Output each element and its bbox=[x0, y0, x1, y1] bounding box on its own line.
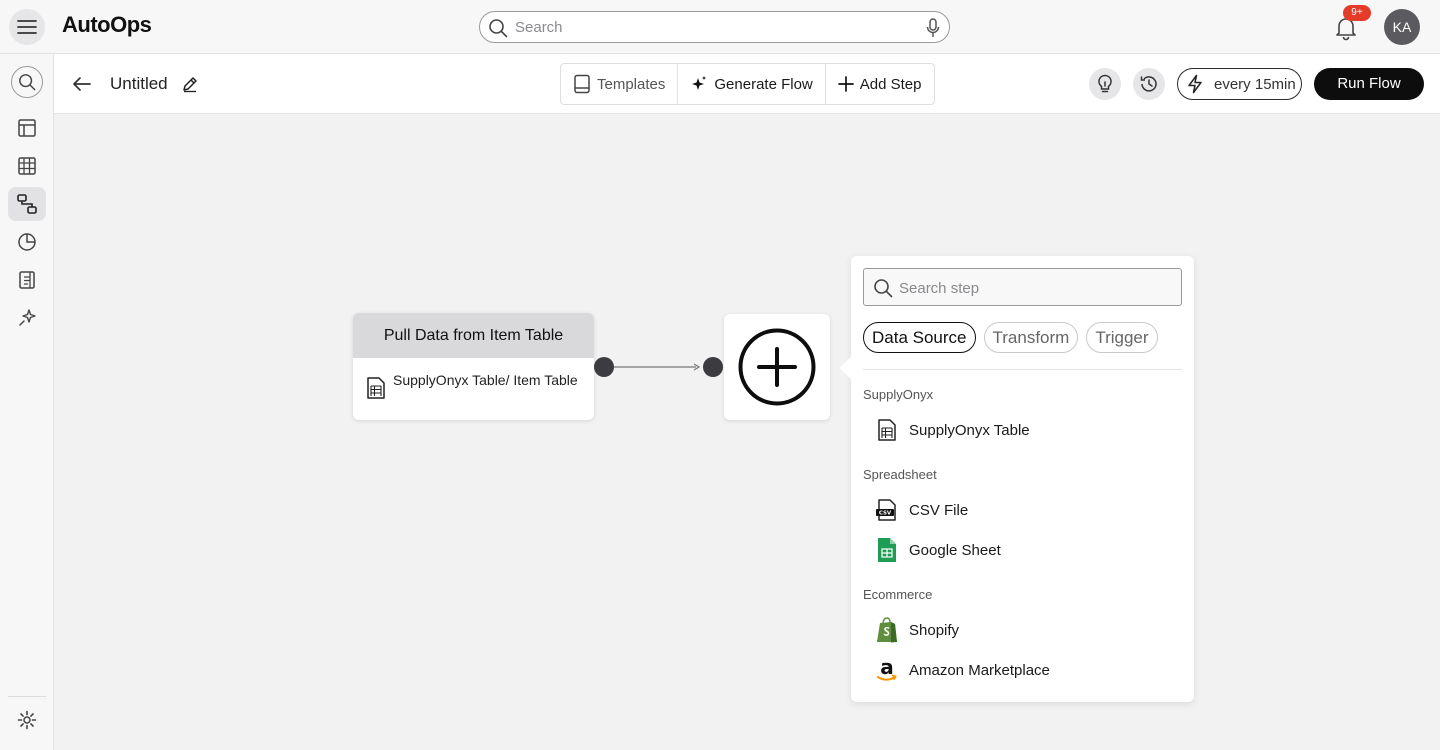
history-button[interactable] bbox=[1133, 68, 1165, 100]
user-avatar[interactable]: KA bbox=[1384, 9, 1420, 45]
step-item-csv-file[interactable]: CSV CSV File bbox=[875, 496, 968, 524]
connector-arrow bbox=[614, 363, 701, 371]
group-label-supplyonyx: SupplyOnyx bbox=[863, 387, 934, 402]
flow-node[interactable]: Pull Data from Item Table SupplyOnyx Tab… bbox=[353, 313, 594, 420]
gear-icon bbox=[17, 710, 37, 730]
node-title: Pull Data from Item Table bbox=[353, 313, 594, 358]
templates-button[interactable]: Templates bbox=[561, 64, 679, 104]
back-arrow-icon[interactable] bbox=[70, 72, 94, 96]
step-item-supplyonyx-table[interactable]: SupplyOnyx Table bbox=[875, 416, 1030, 444]
rail-flows-button[interactable] bbox=[8, 187, 46, 221]
shopify-icon bbox=[877, 617, 897, 643]
menu-button[interactable] bbox=[9, 9, 45, 45]
flow-canvas[interactable]: Pull Data from Item Table SupplyOnyx Tab… bbox=[54, 114, 1440, 750]
step-item-label: Amazon Marketplace bbox=[909, 661, 1050, 679]
left-rail bbox=[0, 54, 54, 750]
lightning-bolt-icon bbox=[1188, 74, 1202, 94]
node-body: SupplyOnyx Table/ Item Table bbox=[353, 358, 594, 399]
flow-title[interactable]: Untitled bbox=[110, 74, 168, 94]
schedule-button[interactable]: every 15min bbox=[1177, 68, 1302, 100]
template-book-icon bbox=[574, 74, 590, 94]
global-search[interactable] bbox=[479, 11, 950, 43]
step-item-label: SupplyOnyx Table bbox=[909, 421, 1030, 439]
rail-divider bbox=[8, 696, 46, 697]
amazon-icon: a bbox=[877, 657, 897, 681]
generate-flow-label: Generate Flow bbox=[714, 75, 813, 93]
search-icon bbox=[874, 279, 893, 298]
generate-flow-button[interactable]: Generate Flow bbox=[678, 64, 826, 104]
schedule-label: every 15min bbox=[1214, 75, 1296, 93]
tab-transform[interactable]: Transform bbox=[983, 322, 1079, 353]
rail-reports-button[interactable] bbox=[8, 263, 46, 297]
notification-badge: 9+ bbox=[1343, 5, 1371, 21]
step-item-shopify[interactable]: Shopify bbox=[875, 616, 959, 644]
popover-divider bbox=[863, 369, 1182, 370]
pencil-icon[interactable] bbox=[181, 75, 199, 93]
microphone-icon[interactable] bbox=[926, 18, 940, 38]
step-item-google-sheet[interactable]: Google Sheet bbox=[875, 536, 1001, 564]
tab-trigger[interactable]: Trigger bbox=[1086, 322, 1158, 353]
pie-chart-icon bbox=[18, 233, 36, 251]
node-source: SupplyOnyx Table/ Item Table bbox=[393, 372, 578, 388]
popover-arrow bbox=[839, 356, 863, 380]
templates-label: Templates bbox=[597, 75, 666, 93]
grid-table-icon bbox=[18, 157, 36, 175]
group-label-ecommerce: Ecommerce bbox=[863, 587, 933, 602]
search-icon bbox=[19, 74, 36, 91]
sparkle-icon bbox=[19, 309, 36, 326]
rail-analytics-button[interactable] bbox=[8, 225, 46, 259]
csv-file-icon: CSV bbox=[876, 499, 896, 521]
top-bar: AutoOps 9+ KA bbox=[0, 0, 1440, 54]
table-icon bbox=[878, 419, 896, 441]
run-flow-button[interactable]: Run Flow bbox=[1314, 68, 1424, 100]
flow-toolbar: Templates Generate Flow Add Step bbox=[560, 63, 935, 105]
layout-icon bbox=[18, 119, 36, 137]
rail-settings-button[interactable] bbox=[8, 703, 46, 737]
node-output-handle[interactable] bbox=[594, 357, 614, 377]
search-input[interactable] bbox=[515, 17, 895, 37]
flow-icon bbox=[17, 194, 37, 214]
lightbulb-icon bbox=[1098, 74, 1112, 93]
rail-ai-button[interactable] bbox=[8, 301, 46, 335]
rail-dashboard-button[interactable] bbox=[8, 111, 46, 145]
step-item-label: Google Sheet bbox=[909, 541, 1001, 559]
plus-circle-icon bbox=[738, 328, 816, 406]
sparkle-icon bbox=[692, 76, 707, 90]
tab-data-source[interactable]: Data Source bbox=[863, 322, 976, 353]
rail-search-button[interactable] bbox=[11, 66, 43, 98]
search-icon bbox=[489, 19, 508, 38]
hint-button[interactable] bbox=[1089, 68, 1121, 100]
table-icon bbox=[367, 377, 385, 399]
document-icon bbox=[19, 271, 35, 289]
add-step-label: Add Step bbox=[859, 75, 922, 93]
step-item-label: Shopify bbox=[909, 621, 960, 639]
plus-icon bbox=[837, 76, 854, 92]
node-input-handle[interactable] bbox=[703, 357, 723, 377]
hamburger-icon bbox=[17, 20, 37, 34]
step-item-amazon-marketplace[interactable]: a Amazon Marketplace bbox=[875, 656, 1050, 684]
app-logo[interactable]: AutoOps bbox=[62, 12, 152, 38]
add-step-node[interactable] bbox=[724, 314, 830, 420]
google-sheet-icon bbox=[878, 538, 896, 562]
rail-tables-button[interactable] bbox=[8, 149, 46, 183]
add-step-button[interactable]: Add Step bbox=[826, 64, 934, 104]
step-search-box[interactable] bbox=[863, 268, 1182, 306]
history-clock-icon bbox=[1140, 76, 1157, 92]
step-category-tabs: Data Source Transform Trigger bbox=[863, 322, 1158, 353]
step-item-label: CSV File bbox=[909, 501, 969, 519]
step-search-input[interactable] bbox=[899, 278, 1169, 298]
step-picker-popover: Data Source Transform Trigger SupplyOnyx… bbox=[839, 256, 1194, 702]
svg-text:CSV: CSV bbox=[879, 511, 892, 517]
group-label-spreadsheet: Spreadsheet bbox=[863, 467, 937, 482]
flow-header: Untitled Templates Generate Flow Add Ste… bbox=[54, 54, 1440, 114]
